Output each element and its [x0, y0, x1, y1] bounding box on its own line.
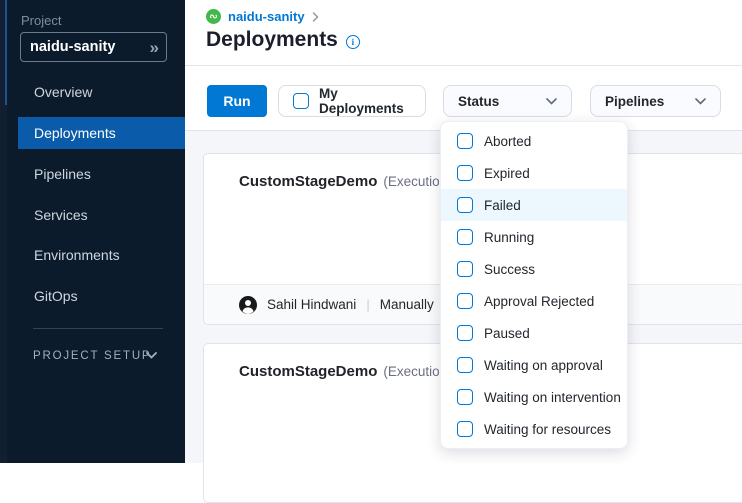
- sidebar-item-gitops[interactable]: GitOps: [18, 280, 185, 312]
- cd-module-icon: [206, 9, 221, 24]
- pipeline-name: CustomStageDemo: [239, 173, 377, 190]
- status-option-label: Paused: [484, 326, 530, 341]
- avatar-icon: [239, 296, 257, 314]
- status-option-paused[interactable]: Paused: [441, 317, 627, 349]
- project-label: Project: [21, 13, 61, 28]
- deployment-title[interactable]: CustomStageDemo (Execution Id: [239, 363, 462, 380]
- chevron-down-icon: [546, 98, 557, 105]
- sidebar-item-label: Environments: [34, 247, 120, 263]
- triggered-by: Sahil Hindwani: [267, 297, 356, 312]
- status-option-running[interactable]: Running: [441, 221, 627, 253]
- sidebar-item-overview[interactable]: Overview: [18, 76, 185, 108]
- status-option-label: Running: [484, 230, 534, 245]
- checkbox[interactable]: [457, 165, 473, 181]
- status-option-waiting-on-approval[interactable]: Waiting on approval: [441, 349, 627, 381]
- chevron-right-icon: [312, 12, 319, 22]
- status-option-failed[interactable]: Failed: [441, 189, 627, 221]
- status-filter-dropdown[interactable]: Status: [443, 85, 572, 117]
- sidebar-item-label: Overview: [34, 84, 92, 100]
- chevron-down-icon[interactable]: [146, 352, 157, 359]
- project-setup-toggle[interactable]: PROJECT SETUP: [33, 350, 151, 362]
- my-deployments-label: My Deployments: [319, 86, 411, 116]
- pipelines-filter-dropdown[interactable]: Pipelines: [590, 85, 721, 117]
- info-icon[interactable]: i: [346, 35, 360, 49]
- checkbox[interactable]: [457, 229, 473, 245]
- status-option-aborted[interactable]: Aborted: [441, 125, 627, 157]
- breadcrumb: naidu-sanity: [206, 9, 319, 24]
- status-option-label: Approval Rejected: [484, 294, 594, 309]
- status-option-label: Waiting on intervention: [484, 390, 621, 405]
- project-selector[interactable]: naidu-sanity »: [20, 32, 167, 62]
- sidebar-item-label: Deployments: [34, 125, 116, 141]
- my-deployments-checkbox[interactable]: [293, 93, 309, 109]
- checkbox[interactable]: [457, 133, 473, 149]
- sidebar-item-label: Services: [34, 207, 88, 223]
- sidebar-item-label: Pipelines: [34, 166, 91, 182]
- status-filter-label: Status: [458, 94, 499, 109]
- page-title: Deployments: [206, 28, 338, 52]
- footer-divider: |: [366, 297, 369, 312]
- status-option-expired[interactable]: Expired: [441, 157, 627, 189]
- breadcrumb-project-link[interactable]: naidu-sanity: [228, 9, 305, 24]
- status-filter-menu: Aborted Expired Failed Running Success A…: [440, 121, 628, 449]
- page-header: naidu-sanity Deployments i: [185, 0, 742, 66]
- my-deployments-filter[interactable]: My Deployments: [278, 85, 426, 117]
- checkbox[interactable]: [457, 197, 473, 213]
- sidebar-divider: [33, 328, 163, 329]
- sidebar-item-pipelines[interactable]: Pipelines: [18, 158, 185, 190]
- pipeline-name: CustomStageDemo: [239, 363, 377, 380]
- checkbox[interactable]: [457, 421, 473, 437]
- checkbox[interactable]: [457, 357, 473, 373]
- run-button[interactable]: Run: [207, 85, 267, 117]
- status-option-label: Waiting on approval: [484, 358, 603, 373]
- checkbox[interactable]: [457, 293, 473, 309]
- status-option-success[interactable]: Success: [441, 253, 627, 285]
- sidebar-item-deployments[interactable]: Deployments: [18, 117, 185, 149]
- status-option-label: Failed: [484, 198, 521, 213]
- deployment-title[interactable]: CustomStageDemo (Execution Id: [239, 173, 462, 190]
- double-chevron-right-icon[interactable]: »: [150, 39, 157, 56]
- status-option-approval-rejected[interactable]: Approval Rejected: [441, 285, 627, 317]
- checkbox[interactable]: [457, 389, 473, 405]
- status-option-waiting-for-resources[interactable]: Waiting for resources: [441, 413, 627, 445]
- sidebar-item-environments[interactable]: Environments: [18, 239, 185, 271]
- status-option-label: Success: [484, 262, 535, 277]
- status-option-label: Expired: [484, 166, 530, 181]
- status-option-waiting-on-intervention[interactable]: Waiting on intervention: [441, 381, 627, 413]
- sidebar-item-label: GitOps: [34, 288, 78, 304]
- project-name-value: naidu-sanity: [30, 39, 150, 55]
- checkbox[interactable]: [457, 261, 473, 277]
- pipelines-filter-label: Pipelines: [605, 94, 664, 109]
- chevron-down-icon: [695, 98, 706, 105]
- checkbox[interactable]: [457, 325, 473, 341]
- trigger-type: Manually: [380, 297, 434, 312]
- status-option-label: Waiting for resources: [484, 422, 611, 437]
- status-option-label: Aborted: [484, 134, 531, 149]
- project-sidebar: Project naidu-sanity » Overview Deployme…: [0, 0, 185, 463]
- sidebar-edge-accent: [5, 0, 7, 105]
- sidebar-item-services[interactable]: Services: [18, 199, 185, 231]
- page-title-row: Deployments i: [206, 28, 360, 52]
